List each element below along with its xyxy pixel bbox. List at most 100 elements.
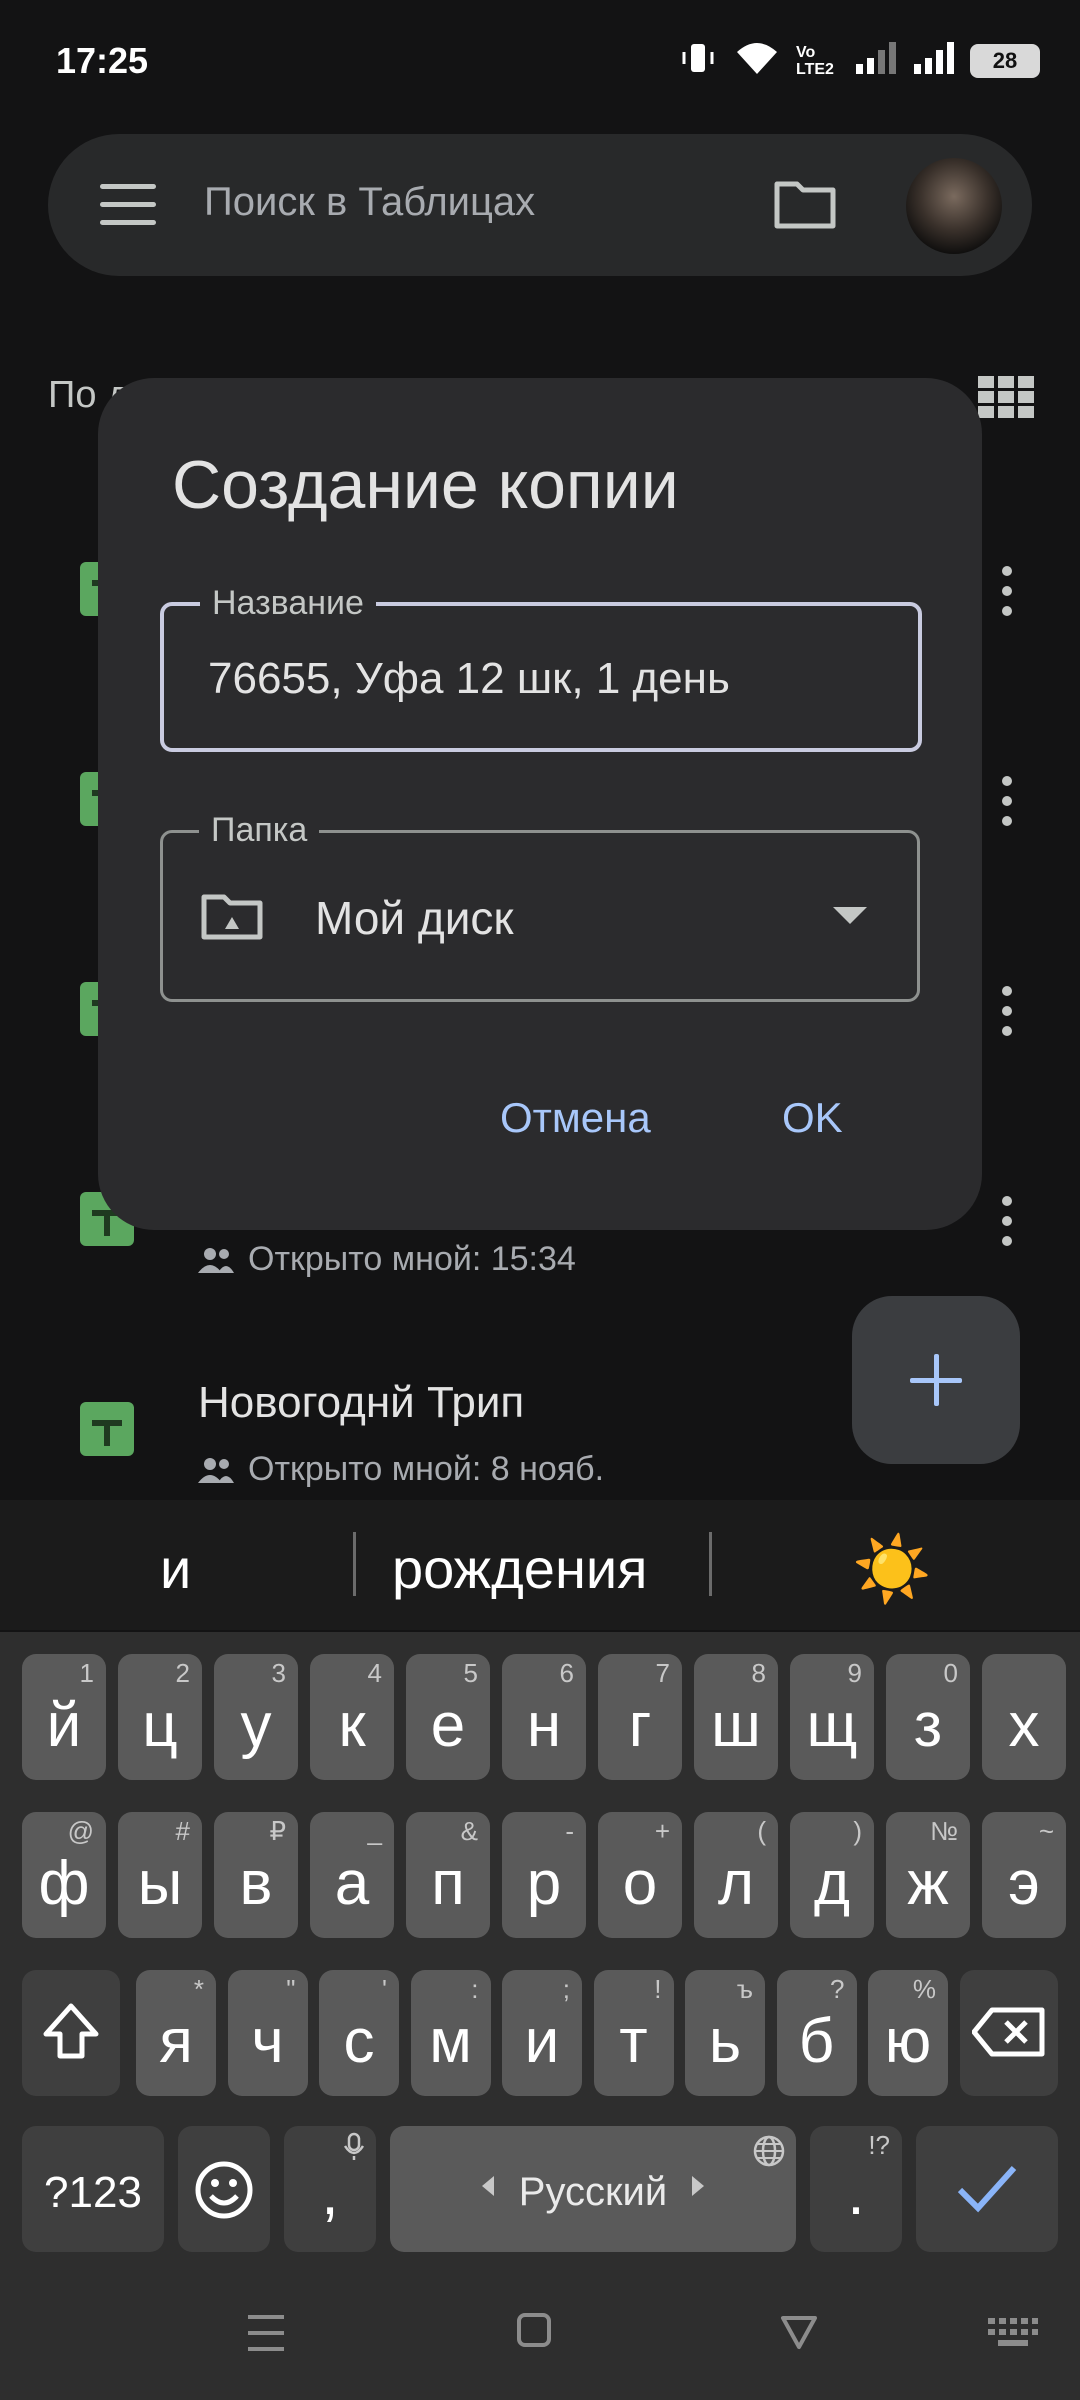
- key-hint: :: [471, 1974, 479, 2004]
- key-р[interactable]: -р: [502, 1812, 586, 1938]
- search-placeholder[interactable]: Поиск в Таблицах: [204, 180, 535, 225]
- folder-field-label: Папка: [199, 811, 320, 850]
- emoji-key[interactable]: [178, 2126, 270, 2252]
- dropdown-arrow-icon[interactable]: [833, 907, 867, 924]
- key-ы[interactable]: # ы: [118, 1812, 202, 1938]
- space-key-label: Русский: [518, 2170, 668, 2214]
- suggestion-strip: и рождения ☀️: [0, 1500, 1080, 1630]
- key-hint: 4: [367, 1658, 382, 1688]
- file-title[interactable]: Новогоднй Трип: [198, 1378, 524, 1428]
- suggestion-1[interactable]: и: [160, 1536, 191, 1601]
- key-hint: ': [382, 1974, 387, 2004]
- shift-icon: [43, 2003, 99, 2059]
- more-options-icon[interactable]: [1002, 986, 1012, 1046]
- key-с[interactable]: ' с: [319, 1970, 399, 2096]
- key-char: е: [430, 1691, 466, 1760]
- avatar[interactable]: [906, 158, 1002, 254]
- key-з[interactable]: 0з: [886, 1654, 970, 1780]
- key-hint: 5: [463, 1658, 478, 1688]
- signal-icon: [854, 40, 898, 81]
- key-char: м: [429, 2007, 472, 2076]
- key-char: в: [239, 1849, 273, 1918]
- create-fab-button[interactable]: [852, 1296, 1020, 1464]
- file-meta: Открыто мной: 8 нояб.: [198, 1450, 604, 1489]
- status-bar: 17:25 Vo LTE2 28: [0, 0, 1080, 120]
- cancel-button[interactable]: Отмена: [500, 1094, 651, 1142]
- key-а[interactable]: _ а: [310, 1812, 394, 1938]
- key-ю[interactable]: % ю: [868, 1970, 948, 2096]
- search-bar[interactable]: Поиск в Таблицах: [48, 134, 1032, 276]
- folder-dropdown[interactable]: Папка Мой диск: [160, 811, 920, 1002]
- key-и[interactable]: ; и: [502, 1970, 582, 2096]
- key-л[interactable]: (л: [694, 1812, 778, 1938]
- key-hint: !: [654, 1974, 662, 2004]
- backspace-key[interactable]: [960, 1970, 1058, 2096]
- symbols-key[interactable]: ?123: [22, 2126, 164, 2252]
- key-hint: ~: [1038, 1816, 1054, 1846]
- key-м[interactable]: :м: [410, 1970, 491, 2096]
- space-key[interactable]: Русский: [390, 2126, 796, 2252]
- enter-key[interactable]: [916, 2126, 1058, 2252]
- suggestion-2[interactable]: рождения: [392, 1536, 647, 1601]
- file-meta-text: Открыто мной: 8 нояб.: [248, 1450, 605, 1488]
- home-icon[interactable]: [516, 2312, 552, 2353]
- key-char: щ: [806, 1691, 858, 1760]
- name-field[interactable]: Название 76655, Уфа 12 шк, 1 день: [160, 584, 922, 752]
- key-э[interactable]: ~ э: [982, 1812, 1066, 1938]
- more-options-icon[interactable]: [1002, 566, 1012, 626]
- key-х[interactable]: х: [982, 1654, 1066, 1780]
- key-ь[interactable]: ъь: [685, 1970, 765, 2096]
- folder-icon[interactable]: [774, 178, 836, 235]
- key-hint: _: [367, 1816, 382, 1846]
- key-ш[interactable]: 8ш: [694, 1654, 778, 1780]
- recents-icon[interactable]: [246, 2314, 286, 2357]
- key-п[interactable]: & п: [406, 1812, 490, 1938]
- key-д[interactable]: ) д: [790, 1812, 874, 1938]
- key-char: и: [524, 2007, 560, 2076]
- suggestion-divider: [353, 1532, 356, 1596]
- suggestion-divider: [709, 1532, 712, 1596]
- key-у[interactable]: 3у: [214, 1654, 298, 1780]
- key-н[interactable]: 6н: [502, 1654, 586, 1780]
- period-key[interactable]: !? .: [810, 2126, 902, 2252]
- key-hint: ": [286, 1974, 296, 2004]
- key-в[interactable]: ₽ в: [214, 1812, 298, 1938]
- key-ц[interactable]: 2ц: [118, 1654, 202, 1780]
- key-char: ь: [708, 2007, 742, 2076]
- key-е[interactable]: 5е: [406, 1654, 490, 1780]
- key-char: й: [46, 1691, 82, 1760]
- key-ч[interactable]: " ч: [227, 1970, 308, 2096]
- people-icon: [198, 1457, 234, 1483]
- menu-icon[interactable]: [100, 184, 156, 238]
- key-к[interactable]: 4к: [310, 1654, 394, 1780]
- key-т[interactable]: ! т: [593, 1970, 674, 2096]
- back-icon[interactable]: [780, 2314, 818, 2355]
- key-щ[interactable]: 9щ: [790, 1654, 874, 1780]
- key-char: к: [338, 1691, 366, 1760]
- keyboard-row-4: ?123 , Русский !? .: [0, 2126, 1080, 2252]
- key-ж[interactable]: № ж: [886, 1812, 970, 1938]
- key-о[interactable]: + о: [598, 1812, 682, 1938]
- key-hint: -: [565, 1816, 574, 1846]
- folder-value[interactable]: Мой диск: [315, 891, 514, 945]
- shift-key[interactable]: [22, 1970, 120, 2096]
- keyboard-hide-icon[interactable]: [988, 2318, 1038, 2353]
- more-options-icon[interactable]: [1002, 776, 1012, 836]
- suggestion-emoji[interactable]: ☀️: [852, 1532, 932, 1607]
- ok-button[interactable]: OK: [782, 1094, 843, 1142]
- copy-dialog: Создание копии Название 76655, Уфа 12 шк…: [98, 378, 982, 1230]
- key-б[interactable]: ? б: [776, 1970, 857, 2096]
- key-char: ж: [907, 1849, 949, 1918]
- key-hint: *: [193, 1974, 204, 2004]
- key-я[interactable]: * я: [136, 1970, 216, 2096]
- signal-icon-2: [912, 40, 956, 81]
- key-char: г: [628, 1691, 652, 1760]
- key-г[interactable]: 7г: [598, 1654, 682, 1780]
- key-ф[interactable]: @ ф: [22, 1812, 106, 1938]
- more-options-icon[interactable]: [1002, 1196, 1012, 1256]
- key-й[interactable]: 1й: [22, 1654, 106, 1780]
- comma-key[interactable]: ,: [284, 2126, 376, 2252]
- key-char: п: [431, 1849, 465, 1918]
- grid-view-icon[interactable]: [978, 376, 1034, 418]
- name-field-value[interactable]: 76655, Уфа 12 шк, 1 день: [208, 654, 730, 704]
